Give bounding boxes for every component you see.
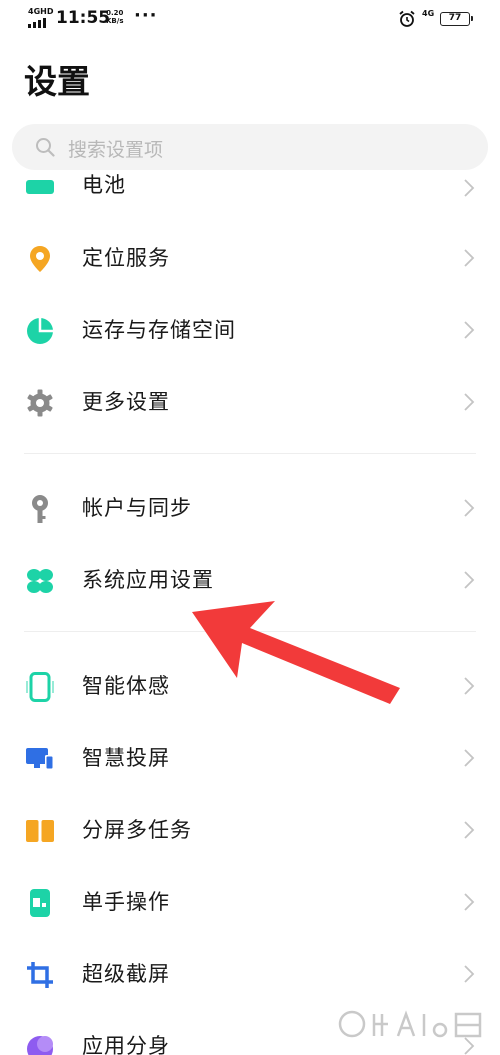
settings-item-label: 电池 xyxy=(82,173,126,197)
settings-item-label: 应用分身 xyxy=(82,1034,170,1055)
more-notifications-icon: ··· xyxy=(134,5,158,26)
settings-item-one-hand[interactable]: 单手操作 xyxy=(0,866,500,938)
gear-icon xyxy=(27,389,53,417)
page-title: 设置 xyxy=(24,62,90,101)
location-icon xyxy=(30,246,50,272)
chevron-right-icon xyxy=(464,965,475,983)
chevron-right-icon xyxy=(464,321,475,339)
chevron-right-icon xyxy=(464,677,475,695)
key-icon xyxy=(32,495,48,523)
signal-icon: 4GHD xyxy=(28,7,54,30)
settings-item-label: 智慧投屏 xyxy=(82,746,170,770)
watermark-logo xyxy=(338,1010,482,1038)
chevron-right-icon xyxy=(464,749,475,767)
one-hand-icon xyxy=(30,889,50,917)
battery-icon: 77 xyxy=(440,12,473,26)
settings-item-label: 分屏多任务 xyxy=(82,818,192,842)
chevron-right-icon xyxy=(464,179,475,197)
app-clone-icon xyxy=(27,1036,53,1055)
battery-icon xyxy=(26,180,54,194)
clock: 11:55 xyxy=(56,8,111,28)
battery-level: 77 xyxy=(448,13,462,23)
settings-item-screen-cast[interactable]: 智慧投屏 xyxy=(0,722,500,794)
search-bar[interactable]: 搜索设置项 xyxy=(12,124,488,170)
section-divider xyxy=(24,453,476,454)
search-placeholder: 搜索设置项 xyxy=(68,139,164,161)
settings-item-label: 定位服务 xyxy=(82,246,170,270)
network-type-label: 4GHD xyxy=(28,7,54,16)
settings-item-account-sync[interactable]: 帐户与同步 xyxy=(0,472,500,544)
settings-item-label: 更多设置 xyxy=(82,390,170,414)
chevron-right-icon xyxy=(464,499,475,517)
settings-item-smart-motion[interactable]: 智能体感 xyxy=(0,650,500,722)
split-screen-icon xyxy=(26,820,54,842)
apps-icon xyxy=(27,569,53,593)
alarm-icon xyxy=(399,10,415,27)
settings-item-split-screen[interactable]: 分屏多任务 xyxy=(0,794,500,866)
chevron-right-icon xyxy=(464,393,475,411)
settings-item-label: 运存与存储空间 xyxy=(82,318,236,342)
settings-item-storage[interactable]: 运存与存储空间 xyxy=(0,294,500,366)
settings-item-label: 智能体感 xyxy=(82,674,170,698)
search-icon xyxy=(36,138,55,157)
chevron-right-icon xyxy=(464,821,475,839)
settings-item-location[interactable]: 定位服务 xyxy=(0,222,500,294)
section-divider xyxy=(24,631,476,632)
screen-cast-icon xyxy=(26,748,54,770)
chevron-right-icon xyxy=(464,893,475,911)
settings-item-system-apps[interactable]: 系统应用设置 xyxy=(0,544,500,616)
network-speed: 0.20 KB/s xyxy=(106,9,124,25)
settings-item-super-screenshot[interactable]: 超级截屏 xyxy=(0,938,500,1010)
settings-item-label: 帐户与同步 xyxy=(82,496,192,520)
settings-item-label: 单手操作 xyxy=(82,890,170,914)
storage-icon xyxy=(27,318,53,344)
crop-icon xyxy=(27,962,53,988)
settings-list[interactable]: 电池 定位服务 运存与存储空间 更多设置 帐户与同步 系统应用设置 智能体感 智… xyxy=(0,150,500,1055)
settings-item-more-settings[interactable]: 更多设置 xyxy=(0,366,500,438)
status-bar: 4GHD 11:55 0.20 KB/s ··· 4G 77 xyxy=(0,0,500,40)
chevron-right-icon xyxy=(464,571,475,589)
phone-motion-icon xyxy=(26,672,54,702)
settings-item-label: 系统应用设置 xyxy=(82,568,214,592)
chevron-right-icon xyxy=(464,249,475,267)
settings-item-label: 超级截屏 xyxy=(82,962,170,986)
network-type-label-right: 4G xyxy=(422,9,435,18)
